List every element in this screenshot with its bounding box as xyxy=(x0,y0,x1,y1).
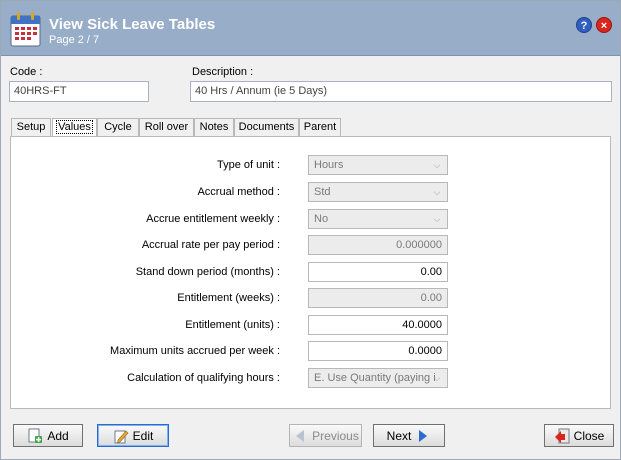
code-field[interactable]: 40HRS-FT xyxy=(9,81,149,102)
accrue-weekly-select[interactable]: No ⌵ xyxy=(308,209,448,229)
tab-label: Roll over xyxy=(144,121,189,133)
tab-label: Values xyxy=(56,120,93,134)
entitlement-weeks-label: Entitlement (weeks) : xyxy=(177,292,280,304)
tab-parent[interactable]: Parent xyxy=(299,118,341,136)
description-field[interactable]: 40 Hrs / Annum (ie 5 Days) xyxy=(190,81,612,102)
edit-pencil-icon xyxy=(114,430,129,443)
close-button-label: Close xyxy=(573,428,605,443)
tab-notes[interactable]: Notes xyxy=(194,118,234,136)
accrual-method-value: Std xyxy=(314,186,331,198)
chevron-down-icon: ⌵ xyxy=(433,214,441,224)
add-button-label: Add xyxy=(47,428,69,443)
chevron-down-icon: ⌵ xyxy=(433,373,441,383)
tab-cycle[interactable]: Cycle xyxy=(97,118,139,136)
tab-roll-over[interactable]: Roll over xyxy=(139,118,194,136)
previous-button-label: Previous xyxy=(312,428,359,443)
max-units-week-field[interactable]: 0.0000 xyxy=(308,341,448,361)
arrow-left-icon xyxy=(296,429,305,442)
max-units-week-label: Maximum units accrued per week : xyxy=(110,345,280,357)
add-button[interactable]: Add xyxy=(13,424,83,447)
chevron-down-icon: ⌵ xyxy=(433,187,441,197)
type-of-unit-label: Type of unit : xyxy=(217,159,280,171)
edit-button-label: Edit xyxy=(132,428,154,443)
title-bar: View Sick Leave Tables Page 2 / 7 ? × xyxy=(1,1,620,56)
entitlement-units-field[interactable]: 40.0000 xyxy=(308,315,448,335)
accrue-weekly-value: No xyxy=(314,213,329,225)
tab-label: Parent xyxy=(303,121,337,133)
stand-down-label: Stand down period (months) : xyxy=(135,266,280,278)
next-button-label: Next xyxy=(386,428,412,443)
tab-label: Setup xyxy=(16,121,46,133)
page-indicator: Page 2 / 7 xyxy=(49,34,100,46)
accrual-method-select[interactable]: Std ⌵ xyxy=(308,182,448,202)
qualifying-hours-value: E. Use Quantity (paying i xyxy=(314,372,436,384)
next-button[interactable]: Next xyxy=(373,424,445,447)
previous-button[interactable]: Previous xyxy=(289,424,362,447)
accrual-method-label: Accrual method : xyxy=(197,186,280,198)
help-icon[interactable]: ? xyxy=(576,17,592,33)
tab-documents[interactable]: Documents xyxy=(234,118,299,136)
type-of-unit-value: Hours xyxy=(314,159,344,171)
exit-icon xyxy=(554,428,570,443)
accrue-weekly-label: Accrue entitlement weekly : xyxy=(146,213,280,225)
edit-button[interactable]: Edit xyxy=(97,424,169,447)
arrow-right-icon xyxy=(419,429,428,442)
accrual-rate-field[interactable]: 0.000000 xyxy=(308,235,448,255)
window-title: View Sick Leave Tables xyxy=(49,16,216,33)
entitlement-weeks-field[interactable]: 0.00 xyxy=(308,288,448,308)
tab-label: Documents xyxy=(238,121,295,133)
close-button[interactable]: Close xyxy=(544,424,614,447)
sick-leave-window: View Sick Leave Tables Page 2 / 7 ? × Co… xyxy=(0,0,621,460)
code-label: Code : xyxy=(10,66,43,78)
type-of-unit-select[interactable]: Hours ⌵ xyxy=(308,155,448,175)
entitlement-units-label: Entitlement (units) : xyxy=(185,319,280,331)
chevron-down-icon: ⌵ xyxy=(433,160,441,170)
tab-setup[interactable]: Setup xyxy=(11,118,51,136)
values-panel: Type of unit : Hours ⌵ Accrual method : … xyxy=(10,136,611,409)
qualifying-hours-label: Calculation of qualifying hours : xyxy=(127,372,280,384)
calendar-icon xyxy=(10,12,41,47)
qualifying-hours-select[interactable]: E. Use Quantity (paying i ⌵ xyxy=(308,368,448,388)
description-label: Description : xyxy=(192,66,254,78)
tab-label: Notes xyxy=(199,121,229,133)
close-icon[interactable]: × xyxy=(596,17,612,33)
stand-down-field[interactable]: 0.00 xyxy=(308,262,448,282)
add-document-icon xyxy=(28,428,43,443)
accrual-rate-label: Accrual rate per pay period : xyxy=(141,239,280,251)
tab-values[interactable]: Values xyxy=(52,118,97,137)
tab-label: Cycle xyxy=(104,121,132,133)
